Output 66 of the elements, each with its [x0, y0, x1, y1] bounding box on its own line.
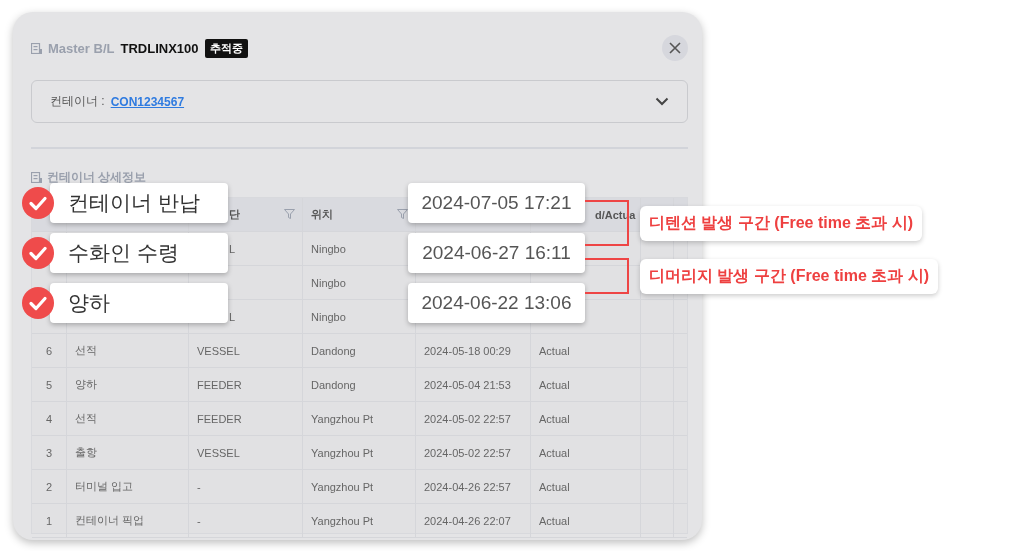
table-cell: 5 — [45, 378, 53, 391]
table-cell: Ningbo — [311, 276, 346, 289]
table-cell: FEEDER — [197, 412, 242, 425]
table-cell: 선적 — [75, 411, 97, 426]
table-cell: L — [229, 310, 236, 323]
table-cell: - — [197, 480, 201, 493]
table-cell: Dandong — [311, 344, 356, 357]
range-label: 디텐션 발생 구간 (Free time 초과 시) — [640, 205, 923, 241]
table-cell: VESSEL — [197, 446, 240, 459]
table-cell: Yangzhou Pt — [311, 446, 374, 459]
table-cell: 4 — [45, 412, 53, 425]
time-callout: 2024-06-27 16:11 — [408, 233, 585, 273]
filter-icon[interactable] — [284, 209, 295, 219]
close-button[interactable] — [662, 35, 688, 61]
table-cell: 2024-05-04 21:53 — [424, 378, 511, 391]
table-cell: Yangzhou Pt — [311, 514, 374, 527]
table-cell: Dandong — [311, 378, 356, 391]
table-cell: 2 — [45, 480, 53, 493]
table-cell: 선적 — [75, 343, 97, 358]
table-cell: 양하 — [75, 377, 97, 392]
table-cell: 컨테이너 픽업 — [75, 513, 145, 528]
container-label: 컨테이너 : — [50, 93, 105, 110]
table-cell: Actual — [539, 344, 570, 357]
table-cell: 출항 — [75, 445, 97, 460]
table-cell: 2024-05-02 22:57 — [424, 412, 511, 425]
table-cell: Actual — [539, 514, 570, 527]
bl-label: Master B/L — [48, 40, 115, 56]
range-label: 디머리지 발생 구간 (Free time 초과 시) — [640, 258, 939, 294]
table-cell: Yangzhou Pt — [311, 412, 374, 425]
table-cell: VESSEL — [197, 344, 240, 357]
filter-icon[interactable] — [397, 209, 408, 219]
container-link[interactable]: CON1234567 — [110, 94, 185, 109]
table-cell: 2024-05-18 00:29 — [424, 344, 511, 357]
bl-number: TRDLINX100 — [120, 40, 199, 56]
column-header: 위치 — [311, 207, 333, 222]
column-header: 단 — [229, 207, 240, 222]
table-cell: L — [229, 242, 236, 255]
event-callout: 양하 — [50, 283, 228, 323]
table-cell: 터미널 입고 — [75, 479, 134, 494]
event-callout: 컨테이너 반납 — [50, 183, 228, 223]
table-cell: 2024-04-26 22:57 — [424, 480, 511, 493]
table-cell: 6 — [45, 344, 53, 357]
table-cell: Actual — [539, 412, 570, 425]
table-cell: 2024-04-26 22:07 — [424, 514, 511, 527]
time-callout: 2024-06-22 13:06 — [408, 283, 585, 323]
time-callout: 2024-07-05 17:21 — [408, 183, 585, 223]
document-icon — [31, 171, 42, 183]
table-cell: Actual — [539, 480, 570, 493]
table-cell: 1 — [45, 514, 53, 527]
status-badge: 추적중 — [204, 38, 248, 58]
table-cell: Yangzhou Pt — [311, 480, 374, 493]
table-cell: 2024-05-02 22:57 — [424, 446, 511, 459]
document-icon — [31, 42, 42, 54]
close-icon — [669, 42, 681, 54]
event-callout: 수화인 수령 — [50, 233, 228, 273]
table-cell: - — [197, 514, 201, 527]
table-cell: Actual — [539, 446, 570, 459]
container-dropdown[interactable]: 컨테이너 : CON1234567 — [31, 80, 688, 123]
table-cell: Ningbo — [311, 310, 346, 323]
section-title: 컨테이너 상세정보 — [47, 168, 147, 186]
chevron-down-icon — [655, 97, 669, 106]
table-cell: FEEDER — [197, 378, 242, 391]
table-cell: Ningbo — [311, 242, 346, 255]
bracket-line — [585, 258, 630, 294]
table-cell: 3 — [45, 446, 53, 459]
table-cell: Actual — [539, 378, 570, 391]
